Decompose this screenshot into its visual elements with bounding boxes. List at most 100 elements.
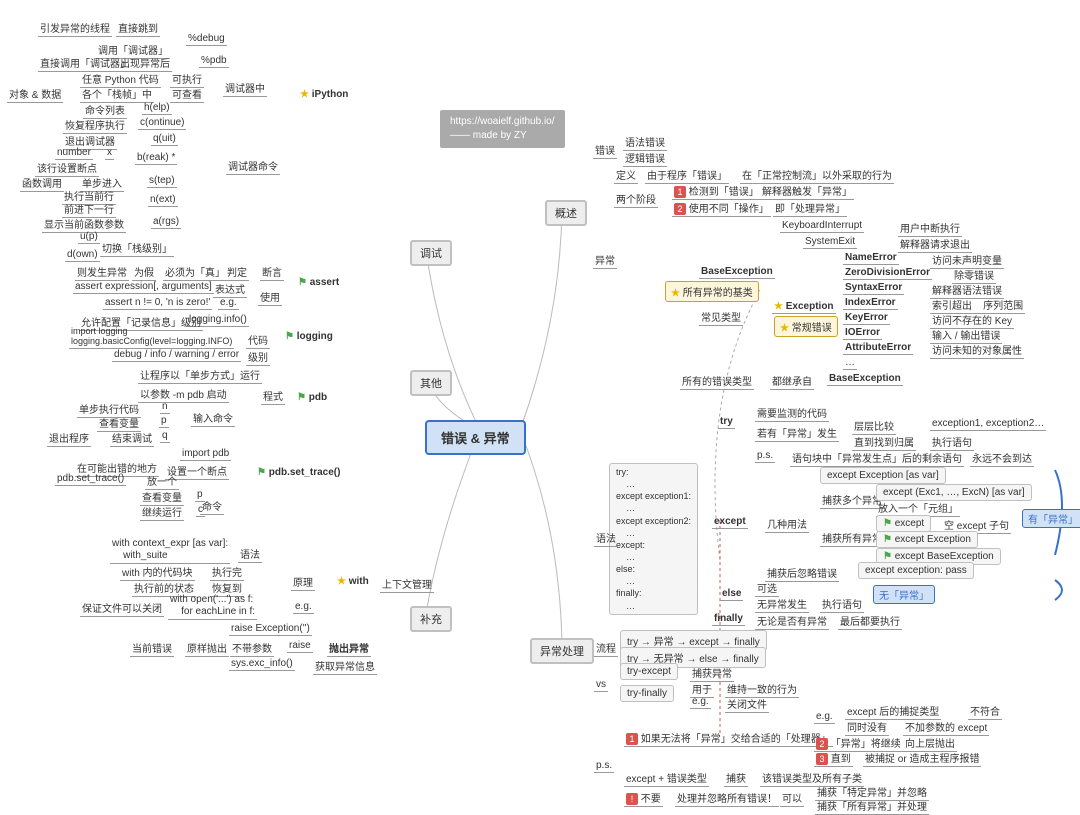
cls4: ZeroDivisionError [843, 267, 932, 280]
log3: import logging logging.basicConfig(level… [69, 327, 234, 349]
base8: BaseException [827, 373, 903, 386]
t: 使用不同「操作」 [689, 204, 769, 215]
t: Exception [786, 301, 834, 312]
header-line1: https://woaielf.github.io/ [450, 116, 555, 127]
flow: 流程 [594, 640, 618, 657]
c19: u(p) [78, 231, 100, 244]
th1: 当前错误 [130, 640, 174, 657]
d11: 各个「栈帧」中 [80, 86, 154, 103]
eg1: e.g. [218, 297, 239, 310]
as1: 则发生异常 [75, 264, 129, 281]
try3: 若有「异常」发生 [755, 425, 839, 442]
thr: 抛出异常 [327, 640, 371, 657]
ps: p.s. [594, 760, 614, 773]
c20: 切换「栈级别」 [100, 240, 174, 257]
header-line2: —— made by ZY [450, 130, 527, 141]
fin1: 无论是否有异常 [755, 613, 829, 630]
w2: with 内的代码块 [120, 564, 195, 581]
t: except Exception [895, 534, 971, 545]
ps2: e.g. [814, 711, 835, 724]
cls5: SyntaxError [843, 282, 904, 295]
vs7: 关闭文件 [725, 696, 769, 713]
d1: 引发异常的线程 [38, 20, 112, 37]
ps10: 被捕捉 or 造成主程序报错 [863, 750, 981, 767]
def3: 在「正常控制流」以外采取的行为 [740, 167, 894, 184]
u3: 捕获所有异常 [820, 530, 884, 547]
err2: 语法错误 [623, 134, 667, 151]
c9: b(reak) * [135, 152, 177, 165]
th7: 获取异常信息 [313, 658, 377, 675]
try5: exception1, exception2… [930, 418, 1046, 431]
exp8: except exception: pass [858, 562, 974, 579]
header-badge: https://woaielf.github.io/ —— made by ZY [440, 110, 565, 148]
t: iPython [312, 89, 349, 100]
cls10: … [843, 357, 857, 370]
weg: e.g. [293, 601, 314, 614]
else: else [720, 588, 743, 601]
pdb6: p [159, 415, 169, 428]
exp2: except (Exc1, …, ExcN) [as var] [876, 484, 1032, 501]
err3: 逻辑错误 [623, 150, 667, 167]
code-block: try: … except exception1: … except excep… [609, 463, 698, 615]
hub-debug: 调试 [410, 240, 452, 266]
cls6: IndexError [843, 297, 898, 310]
vs: vs [594, 679, 608, 692]
t: 所有异常的基类 [683, 288, 753, 299]
hub-handle: 异常处理 [530, 638, 594, 664]
jud: 判定 [225, 264, 249, 281]
exc: 异常 [593, 252, 617, 269]
d7: %pdb [199, 55, 229, 68]
base3: ★ Exception [772, 301, 836, 314]
t: with [349, 576, 369, 587]
ps1: 1 如果无法将「异常」交给合适的「处理器」 [624, 730, 833, 747]
log4: debug / info / warning / error [112, 349, 241, 362]
ps18: 捕获「所有异常」并处理 [815, 798, 929, 815]
ps9: 3 直到 [814, 750, 853, 767]
as4: assert expression[, arguments] [73, 281, 214, 294]
as3: 必须为「真」 [163, 264, 227, 281]
pdb2: 以参数 -m pdb 启动 [138, 386, 229, 403]
th2: 原样抛出 [185, 640, 229, 657]
t: 不要 [641, 794, 661, 805]
gram: 语法 [594, 530, 618, 547]
vs6: e.g. [690, 696, 711, 709]
pdb17: 继续运行 [140, 504, 184, 521]
vs1: try-except [620, 663, 678, 680]
c18: a(rgs) [151, 216, 181, 229]
sub-with: ★ with [337, 576, 369, 587]
w7: 保证文件可以关闭 [80, 600, 164, 617]
t: 常规错误 [792, 323, 832, 334]
center-topic: 错误 & 异常 [425, 420, 526, 455]
try4: 层层比较 [852, 418, 896, 435]
pdb8: 结束调试 [110, 430, 154, 447]
base1: BaseException [699, 266, 775, 279]
as2: 为假 [132, 264, 156, 281]
ph2: 1 检测到「错误」 [672, 183, 761, 200]
cls8: IOError [843, 327, 882, 340]
cmds: 调试器命令 [226, 158, 280, 175]
t: pdb [309, 392, 327, 403]
t: except BaseException [895, 551, 994, 562]
base4: ★ 常规错误 [774, 316, 838, 337]
try: try [718, 416, 735, 429]
cls: 上下文管理 [380, 576, 434, 593]
pdb4: n [160, 401, 170, 414]
hub-overview: 概述 [545, 200, 587, 226]
th4: 不带参数 [230, 640, 274, 657]
sub-pdbset: ⚑ pdb.set_trace() [257, 467, 340, 478]
c7: number [55, 147, 93, 160]
else3: 执行语句 [820, 596, 864, 613]
try10: 永远不会到达 [970, 450, 1034, 467]
sub-logging: ⚑ logging [285, 331, 333, 342]
vs2: 捕获异常 [690, 665, 734, 682]
try6: 直到找到归属 [852, 434, 916, 451]
exp6: ⚑ except Exception [876, 531, 978, 548]
ps12: 捕获 [724, 770, 748, 787]
hub-supplement: 补充 [410, 606, 452, 632]
cls1: KeyboardInterrupt [780, 220, 864, 233]
sub-pdb: ⚑ pdb [297, 392, 327, 403]
cls3: NameError [843, 252, 899, 265]
hub-other: 其他 [410, 370, 452, 396]
c13: s(tep) [147, 175, 177, 188]
d2: 直接跳到 [116, 20, 160, 37]
